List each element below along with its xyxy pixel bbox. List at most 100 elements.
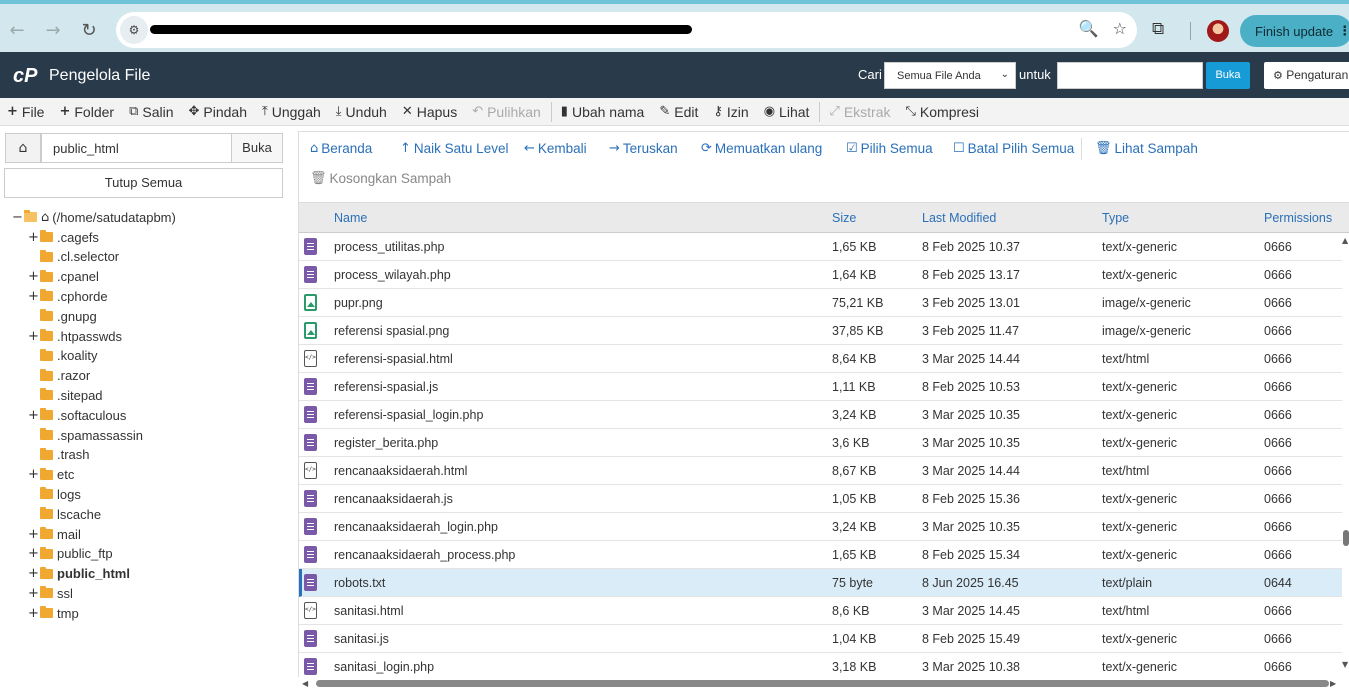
- table-row[interactable]: referensi spasial.png 37,85 KB 3 Feb 2025 …: [299, 317, 1342, 345]
- tree-item[interactable]: + .cagefs: [28, 227, 99, 247]
- forward-link[interactable]: → Teruskan: [609, 141, 678, 156]
- expand-toggle[interactable]: +: [28, 329, 39, 344]
- home-link[interactable]: ⌂ Beranda: [310, 141, 372, 156]
- search-go-button[interactable]: Buka: [1206, 62, 1250, 89]
- tree-item[interactable]: + tmp: [28, 603, 79, 623]
- reload-link[interactable]: ⟳ Memuatkan ulang: [701, 141, 822, 156]
- compress-button[interactable]: ⤡ Kompresi: [899, 98, 988, 126]
- collapse-all-button[interactable]: Tutup Semua: [4, 168, 283, 198]
- view-button[interactable]: ◉ Lihat: [757, 98, 818, 126]
- column-permissions-header[interactable]: Permissions: [1264, 211, 1332, 225]
- tree-item[interactable]: logs: [28, 484, 81, 504]
- go-path-button[interactable]: Buka: [231, 133, 283, 163]
- new-folder-button[interactable]: + Folder: [52, 98, 122, 126]
- expand-toggle[interactable]: +: [28, 586, 39, 601]
- forward-icon[interactable]: →: [36, 13, 70, 47]
- vertical-scrollbar[interactable]: ▲ ▼: [1342, 232, 1349, 672]
- horizontal-scrollbar[interactable]: ◀ ▶: [298, 677, 1349, 690]
- tree-item[interactable]: .razor: [28, 366, 90, 386]
- tree-item[interactable]: + .softaculous: [28, 405, 126, 425]
- rename-button[interactable]: ▮ Ubah nama: [554, 98, 653, 126]
- table-row[interactable]: process_utilitas.php 1,65 KB 8 Feb 2025 10…: [299, 233, 1342, 261]
- expand-toggle[interactable]: +: [28, 467, 39, 482]
- tree-item[interactable]: + public_html: [28, 564, 130, 584]
- view-trash-link[interactable]: 🗑 Lihat Sampah: [1095, 141, 1198, 156]
- new-file-button[interactable]: + File: [0, 98, 52, 126]
- table-row[interactable]: sanitasi.js 1,04 KB 8 Feb 2025 15.49 text/x…: [299, 625, 1342, 653]
- unselect-all-link[interactable]: ☐ Batal Pilih Semua: [953, 141, 1074, 156]
- table-row[interactable]: pupr.png 75,21 KB 3 Feb 2025 13.01 image/x-…: [299, 289, 1342, 317]
- empty-trash-link[interactable]: 🗑 Kosongkan Sampah: [310, 171, 451, 186]
- table-row[interactable]: referensi-spasial_login.php 3,24 KB 3 Mar …: [299, 401, 1342, 429]
- tree-item[interactable]: + etc: [28, 465, 74, 485]
- expand-toggle[interactable]: +: [28, 230, 39, 245]
- tree-root[interactable]: − ⌂ (/home/satudatapbm): [12, 207, 176, 227]
- up-level-link[interactable]: ↑ Naik Satu Level: [400, 141, 508, 156]
- column-type-header[interactable]: Type: [1102, 211, 1129, 225]
- table-row[interactable]: referensi-spasial.html 8,64 KB 3 Mar 2025 …: [299, 345, 1342, 373]
- scroll-right-icon[interactable]: ▶: [1330, 679, 1336, 688]
- tree-item[interactable]: + .cpanel: [28, 267, 99, 287]
- settings-button[interactable]: ⚙ Pengaturan: [1264, 62, 1349, 89]
- expand-toggle[interactable]: +: [28, 289, 39, 304]
- move-button[interactable]: ✥ Pindah: [182, 98, 256, 126]
- permissions-button[interactable]: ⚷ Izin: [706, 98, 756, 126]
- restore-button[interactable]: ↶ Pulihkan: [465, 98, 549, 126]
- tree-item[interactable]: + .htpasswds: [28, 326, 122, 346]
- bookmark-star-icon[interactable]: ☆: [1113, 19, 1127, 38]
- table-row[interactable]: referensi-spasial.js 1,11 KB 8 Feb 2025 10…: [299, 373, 1342, 401]
- table-row[interactable]: process_wilayah.php 1,64 KB 8 Feb 2025 13.…: [299, 261, 1342, 289]
- tree-item[interactable]: + ssl: [28, 583, 73, 603]
- edit-button[interactable]: ✎ Edit: [652, 98, 706, 126]
- upload-button[interactable]: ⤒ Unggah: [255, 98, 329, 126]
- tree-item[interactable]: .cl.selector: [28, 247, 119, 267]
- expand-toggle[interactable]: +: [28, 546, 39, 561]
- path-input[interactable]: public_html: [41, 133, 232, 163]
- extensions-icon[interactable]: ⧉: [1152, 19, 1164, 39]
- address-bar[interactable]: ⚙ 🔍 ☆: [116, 12, 1137, 48]
- tree-item[interactable]: + mail: [28, 524, 81, 544]
- search-input[interactable]: [1057, 62, 1203, 89]
- scroll-up-icon[interactable]: ▲: [1342, 236, 1348, 245]
- table-row[interactable]: rencanaaksidaerah.html 8,67 KB 3 Mar 2025 …: [299, 457, 1342, 485]
- profile-avatar[interactable]: [1207, 20, 1229, 42]
- home-button[interactable]: ⌂: [5, 133, 41, 163]
- expand-toggle[interactable]: +: [28, 269, 39, 284]
- expand-toggle[interactable]: +: [28, 527, 39, 542]
- finish-update-button[interactable]: Finish update ⋮: [1240, 15, 1349, 47]
- scroll-thumb[interactable]: [1343, 530, 1349, 546]
- column-name-header[interactable]: Name: [334, 211, 367, 225]
- cpanel-logo[interactable]: cP: [13, 65, 37, 88]
- column-modified-header[interactable]: Last Modified: [922, 211, 996, 225]
- back-link[interactable]: ← Kembali: [524, 141, 587, 156]
- table-row[interactable]: rencanaaksidaerah_process.php 1,65 KB 8 Fe…: [299, 541, 1342, 569]
- site-info-icon[interactable]: ⚙: [120, 16, 148, 44]
- tree-item[interactable]: .spamassassin: [28, 425, 143, 445]
- copy-button[interactable]: ⧉ Salin: [122, 98, 181, 126]
- back-icon[interactable]: ←: [0, 13, 34, 47]
- tree-item[interactable]: .koality: [28, 346, 97, 366]
- tree-item[interactable]: .sitepad: [28, 385, 103, 405]
- tree-item[interactable]: .trash: [28, 445, 90, 465]
- expand-toggle[interactable]: +: [28, 408, 39, 423]
- tree-item[interactable]: lscache: [28, 504, 101, 524]
- delete-button[interactable]: ✕ Hapus: [395, 98, 465, 126]
- scroll-left-icon[interactable]: ◀: [302, 679, 308, 688]
- search-scope-select[interactable]: Semua File Anda ⌄: [884, 62, 1016, 89]
- table-row[interactable]: register_berita.php 3,6 KB 3 Mar 2025 10.3…: [299, 429, 1342, 457]
- tree-item[interactable]: + public_ftp: [28, 544, 113, 564]
- extract-button[interactable]: ⤢ Ekstrak: [822, 98, 898, 126]
- tree-item[interactable]: .gnupg: [28, 306, 97, 326]
- reload-icon[interactable]: ↻: [72, 13, 106, 47]
- collapse-toggle[interactable]: −: [12, 210, 23, 225]
- zoom-icon[interactable]: 🔍: [1079, 19, 1099, 38]
- table-row[interactable]: sanitasi.html 8,6 KB 3 Mar 2025 14.45 text/…: [299, 597, 1342, 625]
- scroll-down-icon[interactable]: ▼: [1342, 660, 1348, 669]
- table-row[interactable]: rencanaaksidaerah.js 1,05 KB 8 Feb 2025 15…: [299, 485, 1342, 513]
- table-row[interactable]: robots.txt 75 byte 8 Jun 2025 16.45 text/pl…: [299, 569, 1342, 597]
- table-row[interactable]: rencanaaksidaerah_login.php 3,24 KB 3 Mar …: [299, 513, 1342, 541]
- download-button[interactable]: ⤓ Unduh: [329, 98, 395, 126]
- expand-toggle[interactable]: +: [28, 606, 39, 621]
- column-size-header[interactable]: Size: [832, 211, 856, 225]
- tree-item[interactable]: + .cphorde: [28, 286, 108, 306]
